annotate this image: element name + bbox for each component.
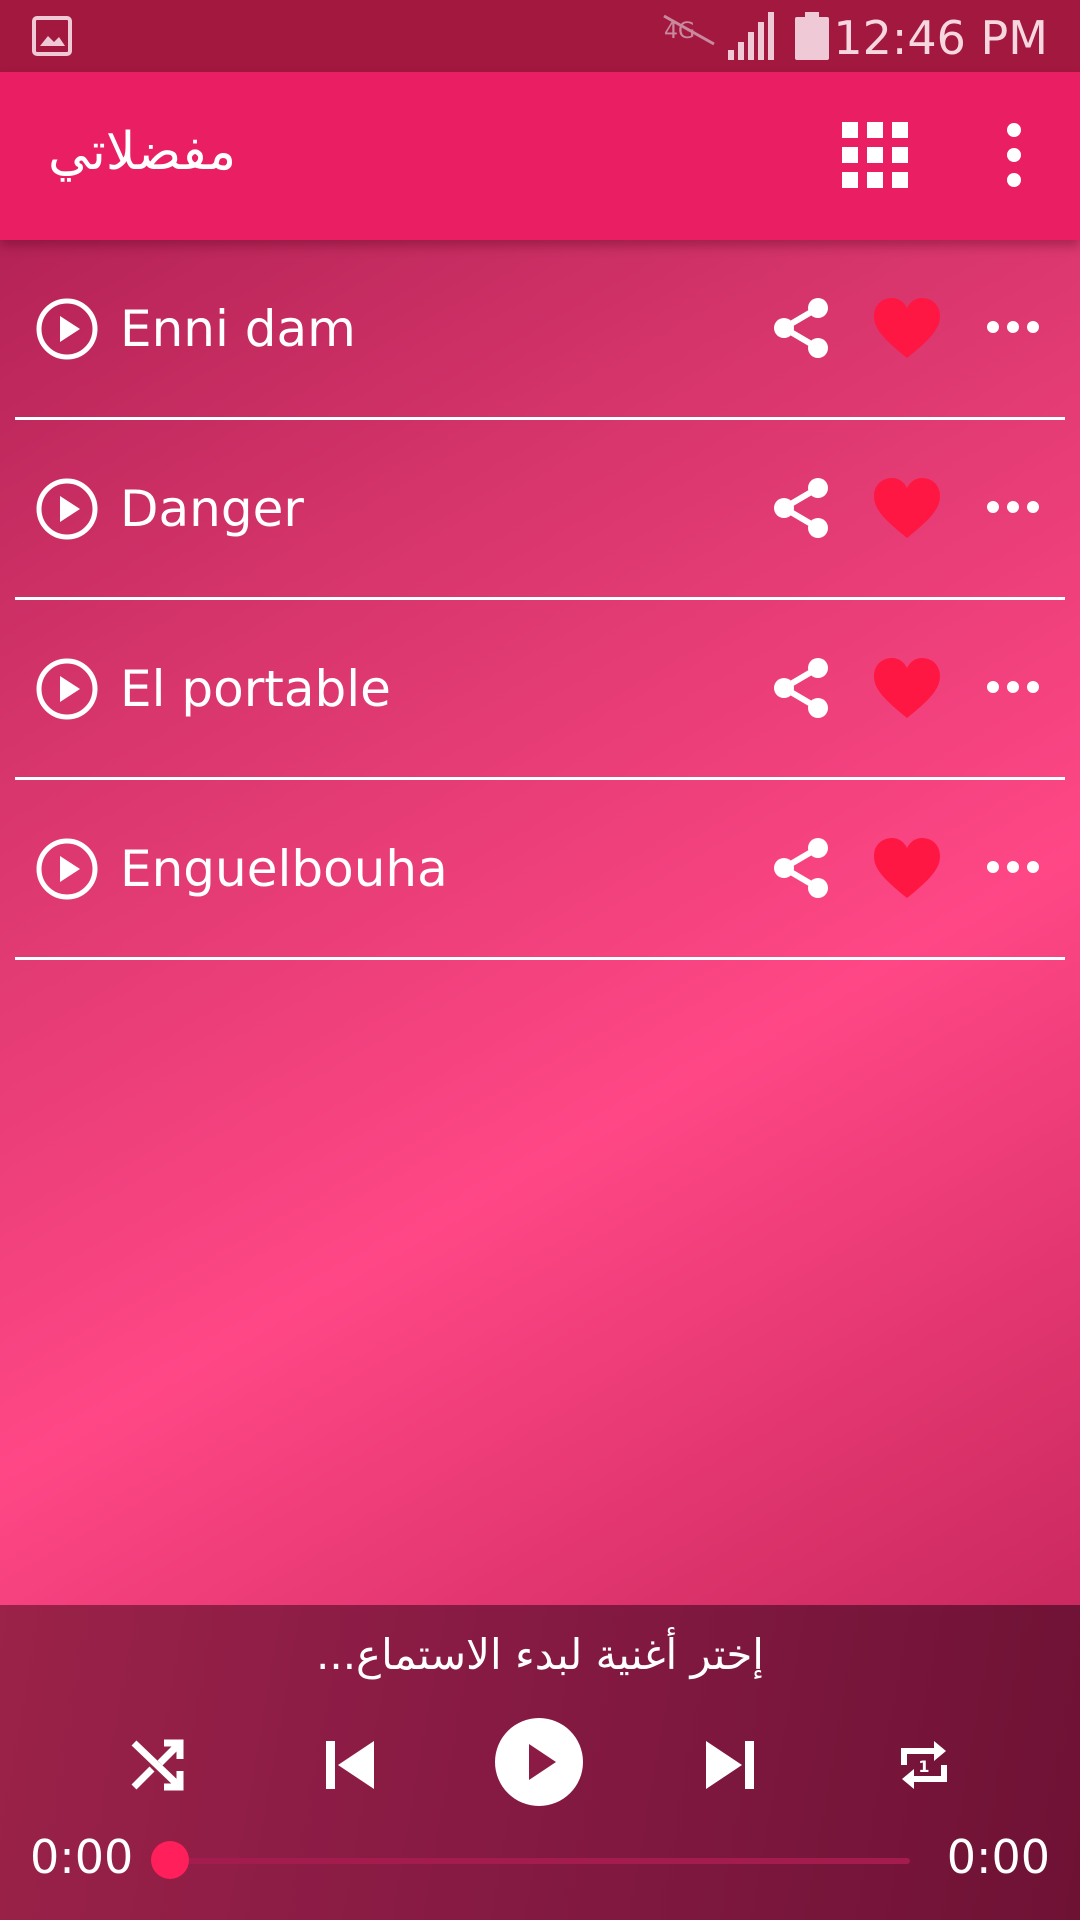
list-item[interactable]: El portable [0,600,1080,780]
more-horizontal-icon[interactable] [986,492,1040,522]
total-time: 0:00 [946,1830,1050,1884]
more-horizontal-icon[interactable] [986,672,1040,702]
share-icon[interactable] [770,656,834,720]
play-circle-icon[interactable] [35,297,99,361]
list-item[interactable]: Enni dam [0,240,1080,420]
song-title: Enni dam [120,300,356,358]
song-title: El portable [120,660,391,718]
song-title: Danger [120,480,304,538]
svg-text:1: 1 [918,1757,929,1776]
repeat-one-icon[interactable]: 1 [894,1735,954,1795]
heart-icon[interactable] [872,654,942,724]
share-icon[interactable] [770,476,834,540]
no-4g-icon: 4G [663,14,715,46]
gallery-icon [32,16,72,56]
skip-previous-icon[interactable] [320,1735,380,1795]
play-circle-icon[interactable] [35,657,99,721]
more-vertical-icon[interactable] [996,122,1032,188]
favorites-list: Enni dam Danger El portable Enguelbouha [0,240,1080,960]
play-icon[interactable] [494,1717,584,1807]
song-title: Enguelbouha [120,840,448,898]
heart-icon[interactable] [872,834,942,904]
more-horizontal-icon[interactable] [986,312,1040,342]
share-icon[interactable] [770,836,834,900]
grid-icon[interactable] [842,122,908,188]
share-icon[interactable] [770,296,834,360]
status-time: 12:46 PM [833,11,1048,65]
battery-icon [795,12,829,60]
seek-bar-thumb[interactable] [151,1841,189,1879]
shuffle-icon[interactable] [130,1737,186,1793]
heart-icon[interactable] [872,294,942,364]
heart-icon[interactable] [872,474,942,544]
status-bar: 4G 12:46 PM [0,0,1080,72]
player-prompt: إختر أغنية لبدء الاستماع... [316,1630,764,1679]
seek-bar[interactable] [170,1858,910,1864]
signal-icon [728,12,774,60]
play-circle-icon[interactable] [35,477,99,541]
list-item[interactable]: Enguelbouha [0,780,1080,960]
play-circle-icon[interactable] [35,837,99,901]
list-item[interactable]: Danger [0,420,1080,600]
page-title: مفضلاتي [48,122,237,182]
current-time: 0:00 [30,1830,134,1884]
more-horizontal-icon[interactable] [986,852,1040,882]
player-bar: إختر أغنية لبدء الاستماع... 1 0:00 0:00 [0,1605,1080,1920]
app-bar: مفضلاتي [0,72,1080,240]
skip-next-icon[interactable] [700,1735,760,1795]
divider [15,957,1065,960]
